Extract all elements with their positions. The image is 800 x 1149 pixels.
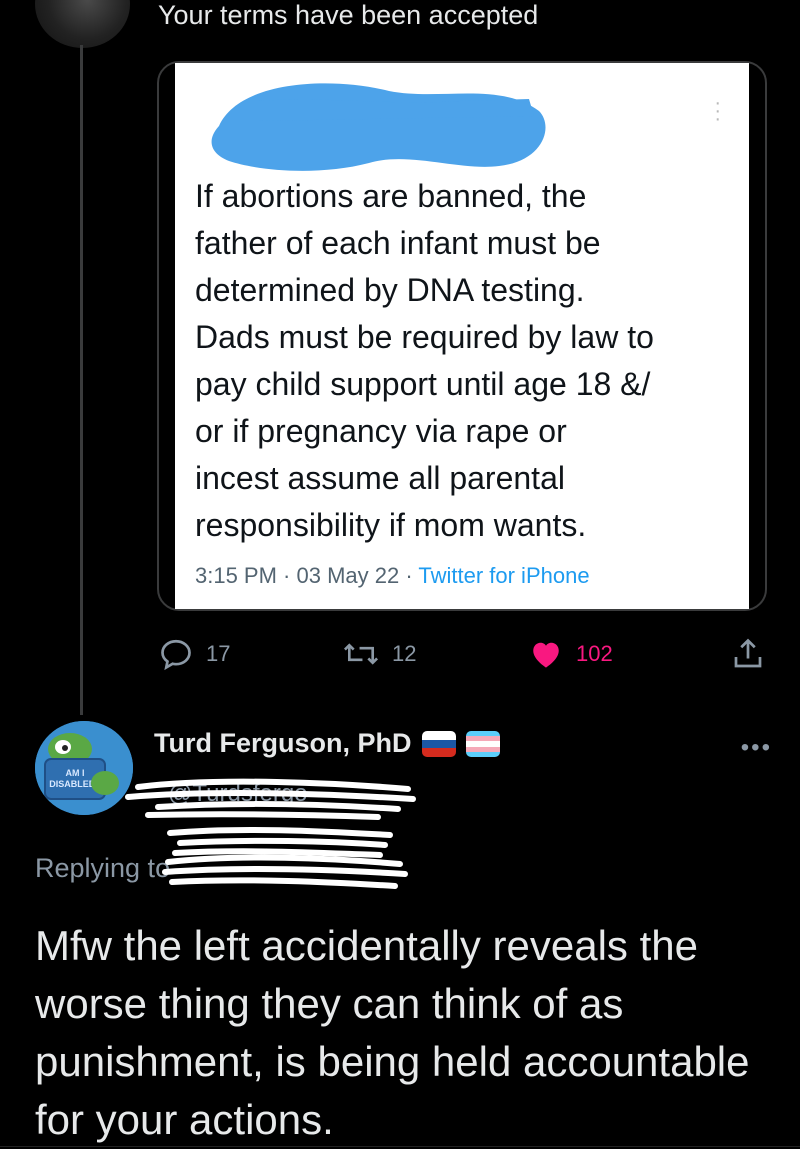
retweet-button[interactable]: 12	[342, 636, 416, 672]
replying-to: Replying to	[35, 853, 170, 884]
tweet-actions: 17 12 102	[0, 632, 800, 682]
retweet-count: 12	[392, 641, 417, 666]
top-tweet-text: Your terms have been accepted	[158, 0, 539, 30]
replying-to-label: Replying to	[35, 853, 171, 883]
embedded-image[interactable]: · · · If abortions are banned, the father …	[157, 61, 767, 611]
embedded-tweet-body: If abortions are banned, the father of e…	[195, 178, 654, 543]
thread-line	[80, 45, 83, 715]
top-avatar[interactable]	[35, 0, 130, 48]
reply-button[interactable]: 17	[158, 636, 230, 672]
share-icon	[734, 638, 762, 668]
reply-author[interactable]: Turd Ferguson, PhD	[154, 728, 500, 759]
russia-flag-emoji	[421, 730, 456, 757]
reply-count: 17	[206, 641, 231, 666]
embedded-tweet-source[interactable]: Twitter for iPhone	[418, 563, 589, 588]
handle-redaction-scribble	[125, 778, 416, 820]
reply-more-icon[interactable]: •••	[741, 734, 772, 762]
reply-icon	[161, 639, 191, 671]
heart-icon	[533, 642, 559, 668]
avatar-book-text: AM I	[66, 768, 85, 778]
embedded-tweet-card: · · · If abortions are banned, the father …	[175, 63, 749, 609]
retweet-icon	[343, 643, 379, 665]
like-count: 102	[576, 641, 613, 666]
share-button[interactable]	[730, 636, 766, 672]
like-button[interactable]: 102	[528, 636, 613, 672]
embedded-tweet-meta: 3:15 PM · 03 May 22 · Twitter for iPhone	[195, 563, 590, 589]
transgender-flag-emoji	[465, 730, 500, 757]
divider	[0, 1146, 800, 1147]
more-options-icon[interactable]: · · ·	[714, 93, 721, 129]
embedded-tweet-time: 3:15 PM · 03 May 22 ·	[195, 563, 419, 588]
replying-to-redaction-scribble	[162, 854, 408, 889]
author-redaction-scribble	[211, 83, 546, 171]
reply-author-name: Turd Ferguson, PhD	[154, 728, 412, 758]
reply-body-text: Mfw the left accidentally reveals the wo…	[35, 922, 750, 1143]
